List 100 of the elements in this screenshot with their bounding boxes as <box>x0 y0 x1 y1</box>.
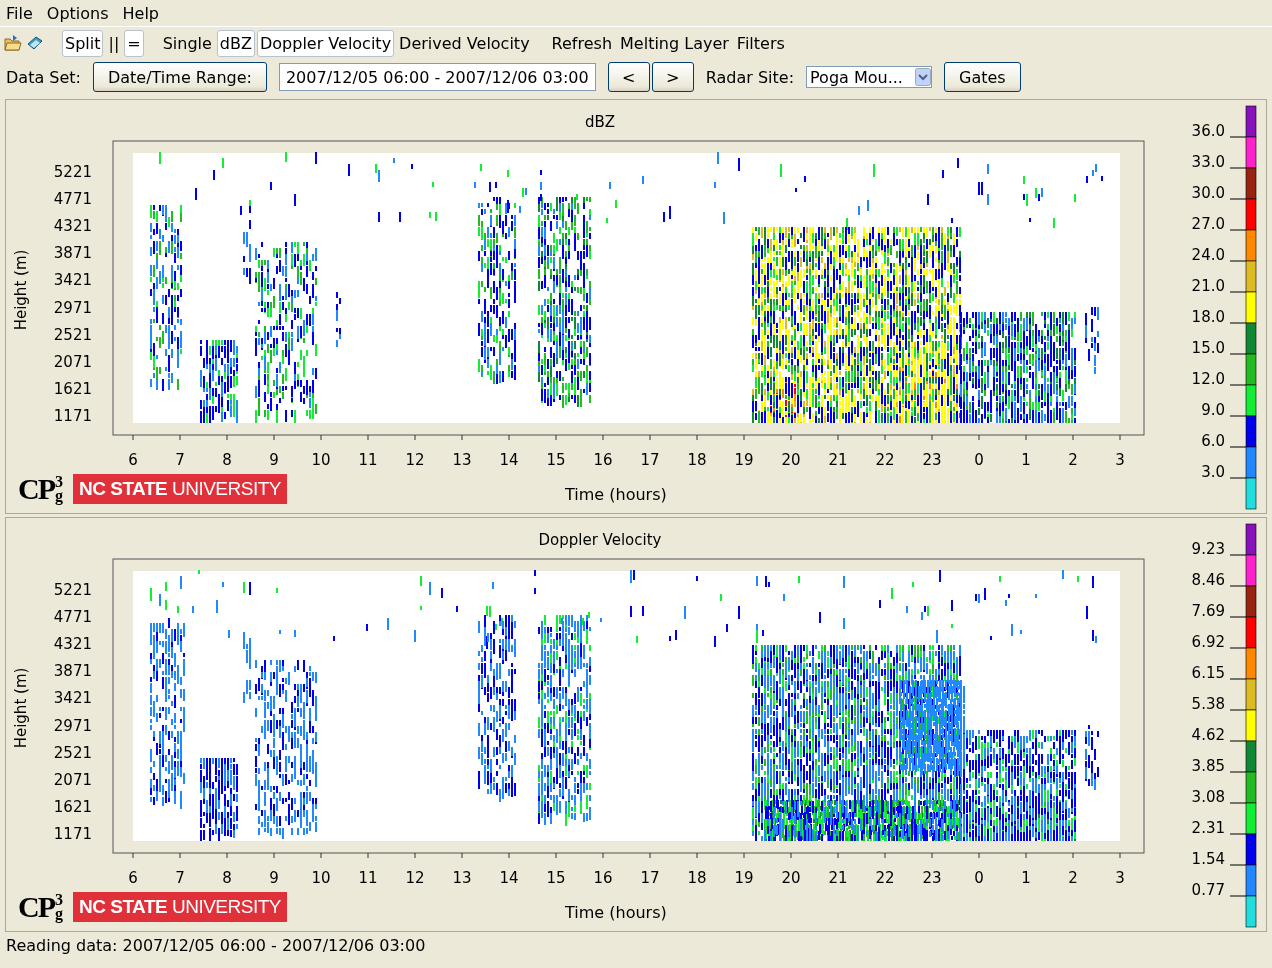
tick-label: 1621 <box>53 797 92 816</box>
tick-label: 6 <box>128 451 138 469</box>
scale-label: 36.0 <box>1191 122 1225 140</box>
scale-label: 33.0 <box>1191 153 1225 171</box>
tick-label: 12 <box>405 451 425 469</box>
scale-label: 9.23 <box>1191 540 1225 558</box>
book-icon[interactable] <box>26 34 44 52</box>
toolbar-button[interactable]: Derived Velocity <box>396 29 533 57</box>
scale-label: 24.0 <box>1191 246 1225 264</box>
tick-label: 6 <box>128 869 138 887</box>
toolbar-button[interactable]: dBZ <box>216 29 255 57</box>
tick-label: 5221 <box>53 163 92 181</box>
scale-label: 7.69 <box>1191 602 1225 620</box>
tick-label: 20 <box>781 451 801 469</box>
tick-label: 2 <box>1068 869 1078 887</box>
tick-label: 3 <box>1115 869 1125 887</box>
field-label: Data Set: <box>6 67 81 87</box>
scale-label: 6.0 <box>1201 432 1225 450</box>
tick-label: 9 <box>269 451 279 469</box>
tick-label: 23 <box>922 451 942 469</box>
toolbar-button[interactable]: Melting Layer <box>617 29 732 57</box>
scale-label: 4.62 <box>1191 726 1225 744</box>
tick-label: 14 <box>499 869 519 887</box>
axis-label: Time (hours) <box>565 903 667 922</box>
tick-label: 19 <box>734 869 754 887</box>
scale-label: 3.85 <box>1191 757 1225 775</box>
tick-label: 4321 <box>53 635 92 654</box>
tick-label: 9 <box>269 869 279 887</box>
tick-label: 21 <box>828 451 848 469</box>
tick-label: 17 <box>640 451 660 469</box>
tick-label: 1 <box>1021 869 1031 887</box>
tick-label: 1621 <box>53 379 92 398</box>
date-range-field[interactable]: 2007/12/05 06:00 - 2007/12/06 03:00 <box>278 63 596 91</box>
plot-title: dBZ <box>584 113 616 131</box>
plot-title: Doppler Velocity <box>538 531 662 549</box>
tick-label: 2071 <box>53 770 92 789</box>
scale-label: 15.0 <box>1191 339 1225 357</box>
tick-label: 22 <box>875 451 895 469</box>
toolbar-button[interactable]: Refresh <box>548 29 616 57</box>
tick-label: 2521 <box>53 325 92 344</box>
tick-label: 16 <box>593 869 613 887</box>
tick-label: 1171 <box>53 406 92 425</box>
tick-label: 10 <box>311 869 331 887</box>
scale-label: 6.92 <box>1191 633 1225 651</box>
tick-label: 20 <box>781 869 801 887</box>
menu-item[interactable]: Help <box>122 3 159 23</box>
tick-label: 3871 <box>53 662 92 681</box>
tick-label: 2521 <box>53 743 92 762</box>
toolbar-button[interactable]: || <box>105 29 123 57</box>
tick-label: 17 <box>640 869 660 887</box>
toolbar-button[interactable]: Single <box>159 29 215 57</box>
tick-label: 11 <box>358 869 378 887</box>
next-button[interactable]: > <box>651 62 694 92</box>
menu-item[interactable]: Options <box>46 3 109 23</box>
tick-label: 1 <box>1021 451 1031 469</box>
previous-button[interactable]: < <box>607 62 650 92</box>
tick-label: 12 <box>405 869 425 887</box>
menu-item[interactable]: File <box>6 3 33 23</box>
tick-label: 10 <box>311 451 331 469</box>
tick-label: 4321 <box>53 217 92 236</box>
toolbar-button[interactable]: = <box>124 29 144 57</box>
tick-label: 3421 <box>53 689 92 708</box>
scale-label: 6.15 <box>1191 664 1225 682</box>
tick-label: 0 <box>974 869 984 887</box>
scale-label: 3.08 <box>1191 788 1225 806</box>
scale-label: 12.0 <box>1191 370 1225 388</box>
tick-label: 7 <box>175 869 185 887</box>
scale-label: 27.0 <box>1191 215 1225 233</box>
university-logo: NC STATE UNIVERSITY <box>73 892 287 922</box>
tick-label: 15 <box>546 869 566 887</box>
tick-label: 18 <box>687 451 707 469</box>
toolbar-button[interactable]: Doppler Velocity <box>256 29 395 57</box>
tick-label: 4771 <box>53 190 92 209</box>
field-label: Radar Site: <box>705 67 795 87</box>
scale-label: 9.0 <box>1201 401 1225 419</box>
tick-label: 4771 <box>53 608 92 627</box>
status-text: Reading data: 2007/12/05 06:00 - 2007/12/06 03:00 <box>5 935 427 957</box>
tick-label: 0 <box>974 451 984 469</box>
scale-label: 18.0 <box>1191 308 1225 326</box>
tick-label: 2071 <box>53 352 92 371</box>
tick-label: 19 <box>734 451 754 469</box>
tick-label: 13 <box>452 451 472 469</box>
tick-label: 2971 <box>53 716 92 735</box>
date-range-button[interactable]: Date/Time Range: <box>92 62 267 92</box>
toolbar-button[interactable]: Filters <box>733 29 788 57</box>
gates-button[interactable]: Gates <box>944 62 1021 92</box>
tick-label: 2971 <box>53 298 92 317</box>
tick-label: 15 <box>546 451 566 469</box>
scale-label: 21.0 <box>1191 277 1225 295</box>
axis-label: Time (hours) <box>565 485 667 504</box>
tick-label: 8 <box>222 451 232 469</box>
scale-label: 8.46 <box>1191 571 1225 589</box>
toolbar-button[interactable]: Split <box>62 29 104 57</box>
tick-label: 11 <box>358 451 378 469</box>
tick-label: 3871 <box>53 244 92 263</box>
tick-label: 21 <box>828 869 848 887</box>
university-logo: NC STATE UNIVERSITY <box>73 474 287 504</box>
axis-label: Height (m) <box>12 249 30 331</box>
open-folder-icon[interactable] <box>4 34 22 52</box>
tick-label: 13 <box>452 869 472 887</box>
